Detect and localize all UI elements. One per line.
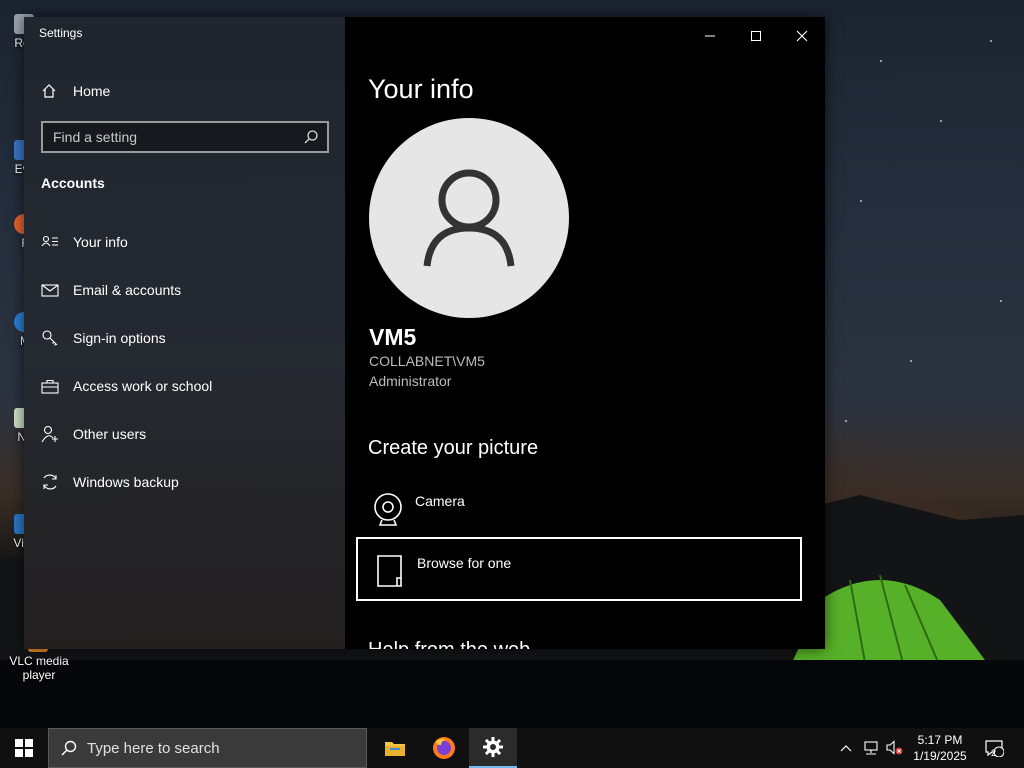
star bbox=[990, 40, 992, 42]
find-setting-input[interactable] bbox=[43, 128, 301, 146]
close-icon bbox=[796, 30, 808, 42]
mail-icon bbox=[41, 281, 59, 299]
camera-option-label: Camera bbox=[415, 493, 465, 509]
camera-icon bbox=[370, 489, 406, 529]
taskbar-settings[interactable] bbox=[469, 728, 517, 768]
maximize-button[interactable] bbox=[733, 23, 779, 49]
create-picture-heading: Create your picture bbox=[368, 437, 539, 459]
star bbox=[860, 200, 862, 202]
taskbar-clock[interactable]: 5:17 PM 1/19/2025 bbox=[906, 732, 974, 764]
clock-time: 5:17 PM bbox=[917, 733, 963, 747]
settings-window: Settings Home Accounts Your info bbox=[24, 17, 825, 649]
sidebar-item-label: Windows backup bbox=[73, 474, 179, 490]
star bbox=[940, 120, 942, 122]
sidebar-item-email-accounts[interactable]: Email & accounts bbox=[41, 277, 331, 303]
camera-option[interactable]: Camera bbox=[356, 477, 802, 541]
window-title: Settings bbox=[39, 26, 83, 40]
maximize-icon bbox=[751, 31, 761, 41]
search-icon bbox=[61, 740, 77, 756]
browse-option[interactable]: Browse for one bbox=[356, 537, 802, 601]
windows-logo-icon bbox=[15, 739, 33, 757]
nav-home[interactable]: Home bbox=[41, 80, 110, 102]
file-explorer-icon bbox=[385, 742, 405, 756]
nav-home-label: Home bbox=[73, 83, 111, 99]
key-icon bbox=[41, 329, 59, 347]
sidebar-item-access-work[interactable]: Access work or school bbox=[41, 373, 331, 399]
help-from-web-heading: Help from the web bbox=[368, 639, 530, 649]
settings-sidebar: Settings Home Accounts Your info bbox=[24, 17, 345, 649]
show-hidden-icons-button[interactable] bbox=[836, 728, 856, 768]
user-display-name: VM5 bbox=[369, 324, 417, 350]
page-title: Your info bbox=[368, 74, 474, 104]
volume-muted-icon bbox=[886, 740, 903, 755]
settings-icon bbox=[483, 737, 503, 757]
notification-count-badge: 2 bbox=[991, 748, 997, 758]
star bbox=[880, 60, 882, 62]
avatar bbox=[369, 118, 569, 318]
sidebar-item-your-info[interactable]: Your info bbox=[41, 229, 331, 255]
volume-tray-icon-button[interactable] bbox=[883, 728, 905, 768]
section-header-accounts: Accounts bbox=[41, 175, 105, 191]
sidebar-item-label: Sign-in options bbox=[73, 330, 166, 346]
star bbox=[910, 360, 912, 362]
taskbar-search-input[interactable] bbox=[79, 738, 366, 758]
person-add-icon bbox=[41, 425, 59, 443]
sidebar-item-other-users[interactable]: Other users bbox=[41, 421, 331, 447]
user-domain-account: COLLABNET\VM5 bbox=[369, 353, 485, 369]
taskbar-search-box[interactable] bbox=[48, 728, 367, 768]
sidebar-item-label: Email & accounts bbox=[73, 282, 182, 298]
user-silhouette-icon bbox=[423, 169, 515, 267]
sidebar-item-label: Access work or school bbox=[73, 378, 213, 394]
file-icon bbox=[372, 551, 408, 591]
taskbar-firefox[interactable] bbox=[420, 728, 468, 768]
firefox-icon bbox=[433, 737, 455, 759]
sidebar-item-label: Other users bbox=[73, 426, 147, 442]
sidebar-item-windows-backup[interactable]: Windows backup bbox=[41, 469, 331, 495]
chevron-up-icon bbox=[840, 745, 852, 752]
find-setting-search[interactable] bbox=[41, 121, 329, 153]
sidebar-item-sign-in-options[interactable]: Sign-in options bbox=[41, 325, 331, 351]
network-tray-icon-button[interactable] bbox=[860, 728, 882, 768]
taskbar: 5:17 PM 1/19/2025 bbox=[0, 728, 1024, 768]
minimize-button[interactable] bbox=[687, 23, 733, 49]
taskbar-file-explorer[interactable] bbox=[371, 728, 419, 768]
star bbox=[845, 420, 847, 422]
minimize-icon bbox=[705, 35, 715, 37]
contact-card-icon bbox=[41, 233, 59, 251]
briefcase-icon bbox=[41, 377, 59, 395]
network-icon bbox=[864, 741, 878, 755]
sync-icon bbox=[41, 473, 59, 491]
browse-option-label: Browse for one bbox=[417, 555, 512, 571]
sidebar-item-label: Your info bbox=[73, 234, 128, 250]
user-role: Administrator bbox=[369, 373, 452, 389]
home-icon bbox=[42, 84, 56, 98]
star bbox=[1000, 300, 1002, 302]
close-button[interactable] bbox=[779, 23, 825, 49]
settings-content: Your info VM5 COLLABNET\VM5 Administrato… bbox=[345, 17, 825, 649]
start-button[interactable] bbox=[0, 728, 48, 768]
search-icon[interactable] bbox=[301, 127, 321, 147]
clock-date: 1/19/2025 bbox=[913, 749, 967, 763]
